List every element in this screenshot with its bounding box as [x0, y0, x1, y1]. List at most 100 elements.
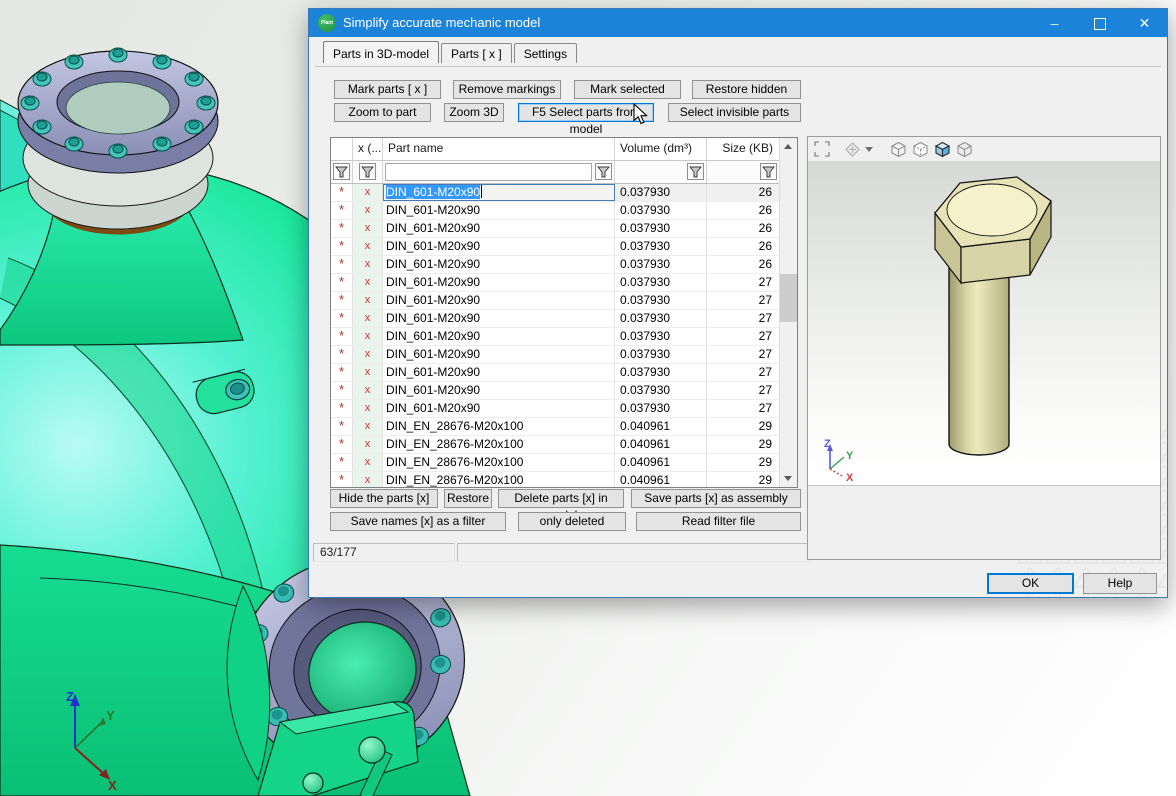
cell-size[interactable]: 29 — [707, 454, 780, 471]
titlebar[interactable]: Plant Simplify accurate mechanic model –… — [309, 9, 1167, 37]
cell-xcol[interactable]: x — [353, 418, 383, 435]
cell-size[interactable]: 27 — [707, 328, 780, 345]
cell-name[interactable]: DIN_601-M20x90 — [383, 220, 615, 237]
save-parts-assembly-button[interactable]: Save parts [x] as assembly — [631, 489, 801, 508]
cell-xcol[interactable]: x — [353, 292, 383, 309]
cell-marker[interactable]: * — [331, 292, 353, 309]
filter-icon[interactable] — [333, 163, 350, 180]
cell-vol[interactable]: 0.037930 — [615, 202, 707, 219]
cell-size[interactable]: 26 — [707, 220, 780, 237]
cell-size[interactable]: 26 — [707, 202, 780, 219]
cell-marker[interactable]: * — [331, 202, 353, 219]
cell-vol[interactable]: 0.037930 — [615, 400, 707, 417]
cell-xcol[interactable]: x — [353, 472, 383, 487]
mark-selected-button[interactable]: Mark selected — [574, 80, 681, 99]
shaded-cube-icon[interactable] — [934, 141, 951, 158]
table-row[interactable]: *xDIN_EN_28676-M20x1000.04096129 — [331, 436, 780, 454]
cell-size[interactable]: 29 — [707, 418, 780, 435]
table-row[interactable]: *xDIN_601-M20x900.03793027 — [331, 292, 780, 310]
table-row[interactable]: *xDIN_601-M20x900.03793026 — [331, 184, 780, 202]
cell-name[interactable]: DIN_601-M20x90 — [383, 256, 615, 273]
mark-parts-button[interactable]: Mark parts [ x ] — [334, 80, 441, 99]
cell-size[interactable]: 27 — [707, 292, 780, 309]
restore-hidden-button[interactable]: Restore hidden — [692, 80, 801, 99]
cell-size[interactable]: 27 — [707, 400, 780, 417]
cell-xcol[interactable]: x — [353, 328, 383, 345]
close-button[interactable]: ✕ — [1122, 9, 1167, 37]
cell-marker[interactable]: * — [331, 472, 353, 487]
cell-size[interactable]: 29 — [707, 436, 780, 453]
only-deleted-button[interactable]: only deleted — [518, 512, 626, 531]
cell-name[interactable]: DIN_601-M20x90 — [383, 310, 615, 327]
cell-name[interactable]: DIN_601-M20x90 — [383, 364, 615, 381]
cell-xcol[interactable]: x — [353, 400, 383, 417]
cell-vol[interactable]: 0.037930 — [615, 238, 707, 255]
cell-marker[interactable]: * — [331, 220, 353, 237]
scroll-up-arrow[interactable] — [780, 138, 797, 155]
cell-name[interactable]: DIN_EN_28676-M20x100 — [383, 418, 615, 435]
cell-vol[interactable]: 0.037930 — [615, 310, 707, 327]
cell-marker[interactable]: * — [331, 346, 353, 363]
hide-parts-button[interactable]: Hide the parts [x] — [330, 489, 438, 508]
table-row[interactable]: *xDIN_601-M20x900.03793026 — [331, 202, 780, 220]
table-row[interactable]: *xDIN_EN_28676-M20x1000.04096129 — [331, 418, 780, 436]
cell-xcol[interactable]: x — [353, 436, 383, 453]
vertical-scrollbar[interactable] — [779, 138, 797, 487]
cell-name[interactable]: DIN_601-M20x90 — [383, 346, 615, 363]
minimize-button[interactable]: – — [1032, 9, 1077, 37]
cell-marker[interactable]: * — [331, 256, 353, 273]
cell-size[interactable]: 27 — [707, 382, 780, 399]
cell-xcol[interactable]: x — [353, 220, 383, 237]
cell-vol[interactable]: 0.037930 — [615, 346, 707, 363]
cell-vol[interactable]: 0.037930 — [615, 184, 707, 201]
scroll-down-arrow[interactable] — [780, 470, 797, 487]
cell-name[interactable]: DIN_601-M20x90 — [383, 292, 615, 309]
header-part-name[interactable]: Part name — [383, 138, 615, 160]
scrollbar-thumb[interactable] — [780, 274, 797, 322]
cell-name[interactable]: DIN_601-M20x90 — [383, 328, 615, 345]
table-row[interactable]: *xDIN_601-M20x900.03793027 — [331, 274, 780, 292]
table-row[interactable]: *xDIN_601-M20x900.03793026 — [331, 238, 780, 256]
header-volume[interactable]: Volume (dm³) — [615, 138, 707, 160]
transparent-cube-icon[interactable] — [956, 141, 973, 158]
header-size[interactable]: Size (KB) — [707, 138, 780, 160]
view-mode-dropdown-icon[interactable] — [865, 146, 874, 153]
cell-xcol[interactable]: x — [353, 364, 383, 381]
cell-xcol[interactable]: x — [353, 274, 383, 291]
cell-name[interactable]: DIN_EN_28676-M20x100 — [383, 436, 615, 453]
table-row[interactable]: *xDIN_601-M20x900.03793027 — [331, 382, 780, 400]
cell-xcol[interactable]: x — [353, 382, 383, 399]
cell-size[interactable]: 26 — [707, 256, 780, 273]
cell-name[interactable]: DIN_601-M20x90 — [383, 274, 615, 291]
help-button[interactable]: Help — [1083, 573, 1157, 594]
cell-marker[interactable]: * — [331, 418, 353, 435]
cell-name[interactable]: DIN_EN_28676-M20x100 — [383, 454, 615, 471]
preview-viewport[interactable]: Z Y X — [808, 161, 1160, 486]
cell-vol[interactable]: 0.037930 — [615, 328, 707, 345]
table-row[interactable]: *xDIN_601-M20x900.03793026 — [331, 220, 780, 238]
header-x[interactable]: x (... — [353, 138, 383, 160]
cell-xcol[interactable]: x — [353, 346, 383, 363]
cell-size[interactable]: 27 — [707, 364, 780, 381]
cell-marker[interactable]: * — [331, 238, 353, 255]
cell-xcol[interactable]: x — [353, 310, 383, 327]
cell-marker[interactable]: * — [331, 454, 353, 471]
origin-center-icon[interactable] — [845, 142, 860, 157]
filter-icon[interactable] — [359, 163, 376, 180]
zoom-fit-icon[interactable] — [813, 140, 831, 158]
cell-vol[interactable]: 0.040961 — [615, 436, 707, 453]
cell-marker[interactable]: * — [331, 274, 353, 291]
cell-size[interactable]: 27 — [707, 310, 780, 327]
filter-icon[interactable] — [595, 163, 612, 180]
filter-icon[interactable] — [687, 163, 704, 180]
cell-size[interactable]: 26 — [707, 184, 780, 201]
cell-marker[interactable]: * — [331, 328, 353, 345]
table-row[interactable]: *xDIN_EN_28676-M20x1000.04096129 — [331, 454, 780, 472]
cell-name[interactable]: DIN_601-M20x90 — [383, 238, 615, 255]
table-row[interactable]: *xDIN_601-M20x900.03793027 — [331, 346, 780, 364]
tab-parts-x[interactable]: Parts [ x ] — [441, 43, 512, 63]
cell-vol[interactable]: 0.037930 — [615, 292, 707, 309]
ok-button[interactable]: OK — [987, 573, 1074, 594]
table-row[interactable]: *xDIN_601-M20x900.03793027 — [331, 364, 780, 382]
cell-xcol[interactable]: x — [353, 454, 383, 471]
